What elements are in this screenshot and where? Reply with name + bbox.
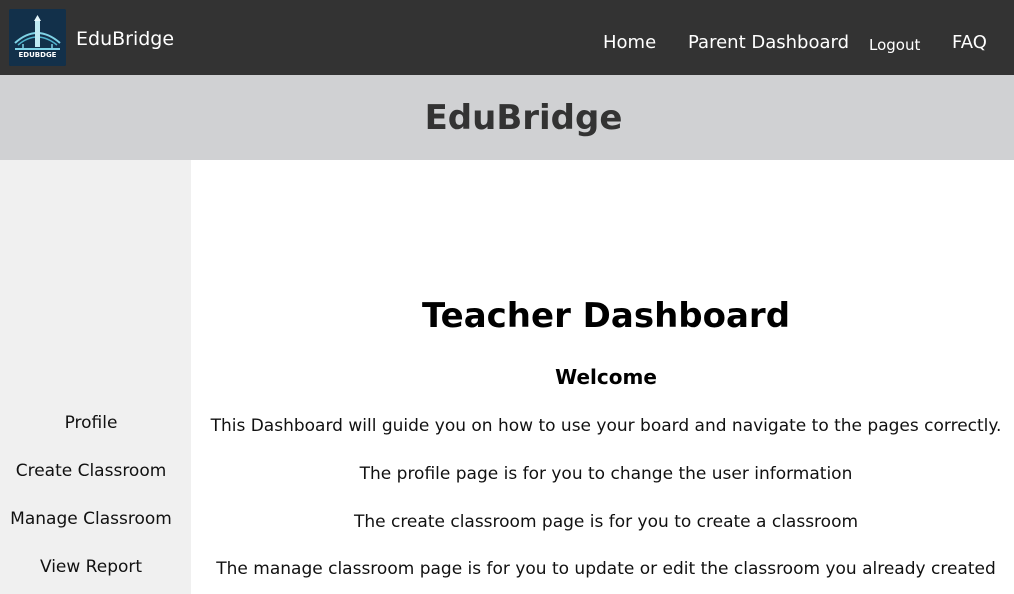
logo-text: EDUBDGE — [19, 51, 57, 59]
nav-parent-dashboard-link[interactable]: Parent Dashboard — [688, 31, 849, 55]
manage-classroom-info-paragraph: The manage classroom page is for you to … — [216, 559, 996, 579]
nav-faq-link[interactable]: FAQ — [952, 31, 987, 55]
top-navbar: EDUBDGE EduBridge Home Parent Dashboard … — [0, 0, 1014, 75]
brand-name[interactable]: EduBridge — [76, 27, 174, 51]
banner-title: EduBridge — [424, 98, 623, 138]
sidebar-item-profile[interactable]: Profile — [0, 412, 182, 434]
create-classroom-info-paragraph: The create classroom page is for you to … — [353, 512, 859, 532]
intro-paragraph: This Dashboard will guide you on how to … — [210, 416, 1002, 436]
nav-home-link[interactable]: Home — [603, 31, 656, 55]
bridge-logo-icon: EDUBDGE — [9, 9, 66, 66]
sidebar-item-manage-classroom[interactable]: Manage Classroom — [0, 508, 182, 530]
sidebar-item-view-report[interactable]: View Report — [0, 556, 182, 578]
sidebar: Profile Create Classroom Manage Classroo… — [0, 160, 191, 594]
page-title: Teacher Dashboard — [421, 296, 791, 336]
sidebar-item-create-classroom[interactable]: Create Classroom — [0, 460, 182, 482]
welcome-heading: Welcome — [555, 365, 657, 389]
edubridge-logo[interactable]: EDUBDGE — [9, 9, 66, 66]
nav-logout-link[interactable]: Logout — [869, 33, 920, 57]
profile-info-paragraph: The profile page is for you to change th… — [359, 464, 853, 484]
